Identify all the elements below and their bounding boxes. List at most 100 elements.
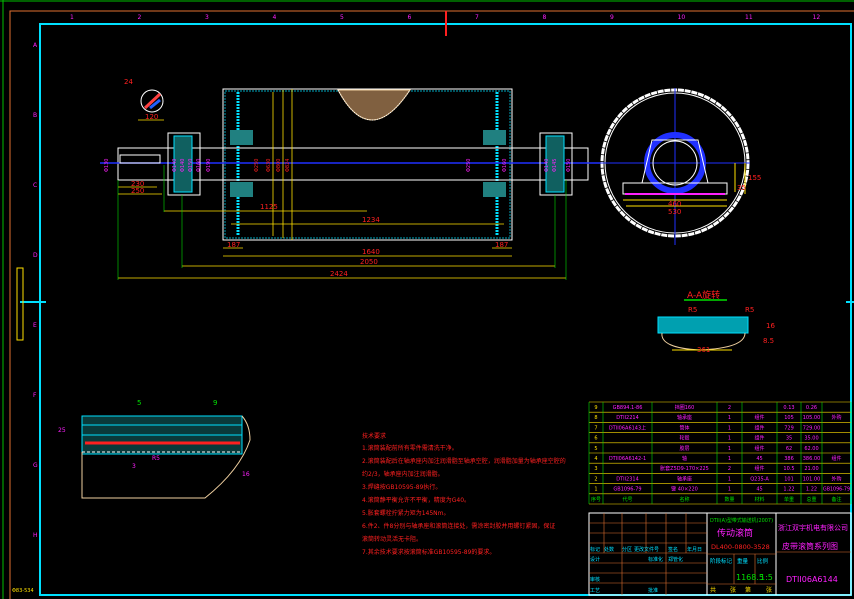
row-label: E — [33, 322, 37, 329]
table-cell: 5 — [594, 446, 597, 452]
column-label: 8 — [543, 14, 547, 21]
dim-dia-right: Φ150 — [566, 159, 572, 172]
column-label: 6 — [408, 14, 412, 21]
note-line: 4.滚筒静平衡允许不平衡，精度为G40。 — [362, 496, 470, 504]
table-cell: 35 — [786, 436, 792, 442]
table-cell: 外购 — [831, 414, 841, 421]
table-cell: 外购 — [831, 475, 841, 482]
column-label: 1 — [70, 14, 74, 21]
table-cell: 10.5 — [783, 466, 794, 472]
dim-dia-center: Φ824 — [285, 159, 291, 172]
table-cell: 3 — [594, 466, 597, 472]
vertical-dims: Φ130 Φ140 Φ140 Φ150 Φ160 Φ190 Φ250 Φ630 Φ800 Φ824… — [104, 159, 572, 172]
dim-dia-right: Φ160 — [502, 159, 508, 172]
table-cell: 386.00 — [803, 456, 821, 462]
detail-dim-groove: 3 — [132, 463, 136, 470]
table-cell: 0.13 — [783, 405, 794, 411]
label-date: 年月日 — [687, 546, 702, 553]
table-cell: 组件 — [754, 465, 764, 472]
table-cell: 729 — [784, 425, 794, 431]
series: 皮带滚筒系列图 — [782, 541, 838, 551]
dim-hub-span: 1234 — [362, 216, 380, 224]
dim-dia-right: Φ140 — [544, 159, 550, 172]
label-process: 工艺 — [590, 588, 600, 594]
left-hub-top — [230, 130, 253, 145]
table-cell: 2 — [594, 476, 597, 482]
table-cell: DTII2214 — [616, 415, 639, 421]
dim-base-height: 35 — [737, 184, 746, 192]
table-cell: 1 — [728, 446, 731, 452]
table-cell: 组件 — [754, 435, 764, 442]
table-cell: 6 — [594, 436, 597, 442]
column-label: 3 — [205, 14, 209, 21]
label-rev: 标记 — [590, 546, 600, 553]
dim-base-width: 530 — [668, 208, 681, 216]
detail-view — [81, 415, 251, 499]
section-dim-thickness: 16 — [766, 322, 775, 330]
left-hub-bottom — [230, 182, 253, 197]
spec: DL400-0800-3528 — [711, 543, 770, 551]
table-cell: GB1096-79 — [613, 487, 641, 493]
dim-drum-length: 1640 — [362, 248, 380, 256]
table-cell: 62 — [786, 446, 792, 452]
table-cell: 2 — [728, 405, 731, 411]
label-change: 更改文件号 — [634, 546, 659, 553]
label-weight: 重量 — [737, 557, 749, 565]
drawing-no: DTII06A6144 — [786, 575, 838, 584]
column-label: 5 — [340, 14, 344, 21]
table-cell: 4 — [594, 456, 597, 462]
dim-bolt-span: 460 — [668, 200, 681, 208]
table-header: 单重 — [784, 496, 794, 503]
table-cell: 胶层 — [679, 445, 689, 452]
column-label: 11 — [745, 14, 753, 21]
table-cell: 9 — [594, 405, 597, 411]
section-dim-width: 361 — [697, 346, 710, 354]
table-cell: 组件 — [754, 424, 764, 431]
section-dim-r-right: R5 — [745, 306, 754, 314]
table-cell: 105.00 — [803, 415, 821, 421]
dim-hub-right: 187 — [495, 241, 508, 249]
table-cell: 386 — [784, 456, 794, 462]
table-cell: 1.22 — [783, 487, 794, 493]
table-cell: 8 — [594, 415, 597, 421]
column-label: 9 — [610, 14, 614, 21]
table-cell: 35.00 — [804, 436, 818, 442]
label-sheets2: 张 — [766, 586, 772, 594]
label-check: 审核 — [590, 576, 600, 583]
table-cell: 0.26 — [806, 405, 817, 411]
detail-dim-thickness: 25 — [58, 427, 66, 434]
standard: DTII(A)型带式输送机(2007) — [710, 517, 773, 524]
table-header: 总重 — [806, 496, 816, 503]
table-cell: 轴承座 — [677, 475, 692, 482]
table-cell: 2 — [728, 466, 731, 472]
note-line: 3.焊缝按GB10595-89执行。 — [362, 483, 441, 491]
scale-value: 1:5 — [760, 573, 773, 582]
dim-dia-right: Φ145 — [552, 159, 558, 172]
dim-dia-left: Φ140 — [172, 159, 178, 172]
dim-center-height: 155 — [748, 174, 761, 182]
corner-label: Φ83-534 — [12, 588, 34, 594]
section-dim-groove: 8.5 — [763, 337, 774, 345]
label-total: 共 — [710, 586, 716, 594]
dim-dia-left: Φ130 — [104, 159, 110, 172]
table-cell: 1 — [728, 425, 731, 431]
label-design: 设计 — [590, 556, 600, 563]
table-cell: 101.00 — [803, 476, 821, 482]
label-ratio: 比例 — [757, 557, 769, 565]
scale-bar — [16, 267, 24, 341]
row-label: C — [33, 182, 37, 189]
table-cell: 1 — [728, 476, 731, 482]
dim-dia-right: Φ250 — [466, 159, 472, 172]
column-label: 12 — [813, 14, 821, 21]
dim-hub-left: 187 — [227, 241, 240, 249]
column-label: 4 — [273, 14, 277, 21]
dim-shaft-left: 1125 — [260, 203, 278, 211]
table-cell: GB1096-79 — [823, 487, 850, 493]
row-label: F — [33, 392, 37, 399]
notes-title: 技术要求 — [362, 432, 386, 440]
label-stage: 阶段标记 — [710, 557, 733, 565]
dim-dia-left: Φ140 — [180, 159, 186, 172]
technical-notes: 技术要求 1.滚筒装配前所有零件需清洗干净。 2.滚筒装配后在轴承座内加注润滑脂至… — [362, 432, 566, 556]
note-line: 约2/3，轴承座内加注润滑脂。 — [362, 470, 444, 478]
table-cell: 21.00 — [804, 466, 818, 472]
